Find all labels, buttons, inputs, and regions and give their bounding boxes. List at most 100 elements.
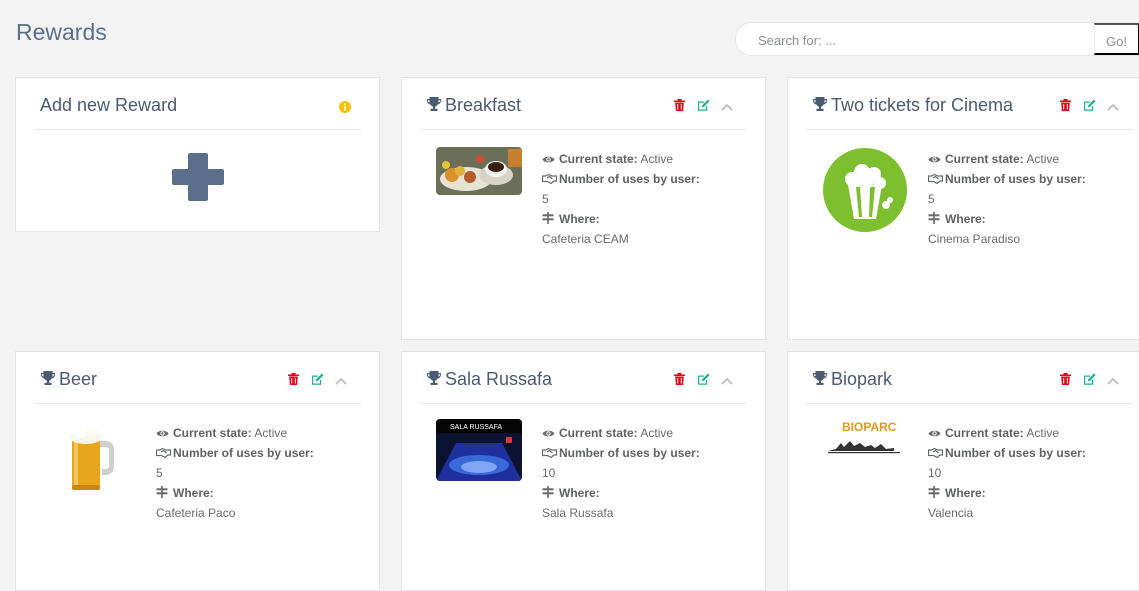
delete-icon[interactable] xyxy=(674,98,686,116)
reward-title-row: Breakfast xyxy=(426,95,521,117)
top-bar: Rewards Go! xyxy=(0,0,1139,66)
svg-text:SALA RUSSAFA: SALA RUSSAFA xyxy=(450,424,502,431)
current-state-row: Current state: Active xyxy=(928,423,1086,443)
edit-icon[interactable] xyxy=(1083,98,1096,116)
uses-value: 10 xyxy=(928,466,942,480)
collapse-chevron-icon[interactable] xyxy=(335,372,347,390)
card-header: Sala Russafa xyxy=(420,352,747,404)
signpost-icon xyxy=(928,484,942,504)
card-header: Breakfast xyxy=(420,78,747,130)
where-label: Where: xyxy=(945,486,986,500)
uses-label: Number of uses by user: xyxy=(559,172,700,186)
where-label: Where: xyxy=(945,212,986,226)
current-state-row: Current state: Active xyxy=(542,149,700,169)
breakfast-photo xyxy=(436,147,522,195)
delete-icon[interactable] xyxy=(674,372,686,390)
where-value: Cafeteria Paco xyxy=(156,506,236,520)
edit-icon[interactable] xyxy=(697,98,710,116)
search-input[interactable] xyxy=(756,30,1080,50)
edit-icon[interactable] xyxy=(1083,372,1096,390)
handshake-icon xyxy=(927,444,944,464)
state-value: Active xyxy=(1026,426,1060,440)
search-box[interactable]: Go! xyxy=(735,22,1139,56)
reward-title-row: Biopark xyxy=(812,369,892,391)
reward-info: Current state: Active Number of uses by … xyxy=(927,149,1086,249)
trophy-icon xyxy=(40,370,56,391)
trophy-icon xyxy=(426,370,442,391)
where-label: Where: xyxy=(559,486,600,500)
page-title: Rewards xyxy=(16,19,107,45)
card-tools xyxy=(1053,98,1119,116)
reward-title: Sala Russafa xyxy=(445,369,553,389)
eye-icon xyxy=(542,150,556,170)
where-label: Where: xyxy=(173,486,214,500)
uses-label: Number of uses by user: xyxy=(945,446,1086,460)
current-state-row: Current state: Active xyxy=(928,149,1086,169)
edit-icon[interactable] xyxy=(697,372,710,390)
reward-title: Two tickets for Cinema xyxy=(831,95,1014,115)
biopark-logo: BIOPARC xyxy=(822,419,908,459)
state-value: Active xyxy=(254,426,288,440)
delete-icon[interactable] xyxy=(288,372,300,390)
add-reward-card: Add new Reward xyxy=(15,77,380,232)
reward-title-row: Beer xyxy=(40,369,97,391)
where-row: Where: xyxy=(542,209,700,229)
reward-card-beer: Beer Current state: Active Number of use… xyxy=(15,351,380,591)
card-tools xyxy=(667,372,733,390)
uses-label: Number of uses by user: xyxy=(559,446,700,460)
where-value: Valencia xyxy=(928,506,974,520)
current-state-row: Current state: Active xyxy=(542,423,700,443)
uses-label: Number of uses by user: xyxy=(945,172,1086,186)
card-tools xyxy=(281,372,347,390)
trophy-icon xyxy=(812,96,828,117)
go-button[interactable]: Go! xyxy=(1094,23,1139,55)
collapse-chevron-icon[interactable] xyxy=(721,372,733,390)
eye-icon xyxy=(542,424,556,444)
eye-icon xyxy=(928,424,942,444)
collapse-chevron-icon[interactable] xyxy=(1107,98,1119,116)
info-icon[interactable] xyxy=(339,100,351,118)
uses-row: Number of uses by user: xyxy=(927,443,1086,464)
where-row: Where: xyxy=(156,483,314,503)
card-tools xyxy=(1053,372,1119,390)
where-value: Sala Russafa xyxy=(542,506,614,520)
state-value: Active xyxy=(640,426,674,440)
uses-value: 5 xyxy=(928,192,935,206)
reward-card-breakfast: Breakfast Current state: Active Number o… xyxy=(401,77,766,340)
uses-row: Number of uses by user: xyxy=(927,169,1086,189)
card-header: Two tickets for Cinema xyxy=(806,78,1133,130)
where-value: Cinema Paradiso xyxy=(928,232,1021,246)
eye-icon xyxy=(156,424,170,444)
reward-card-biopark: Biopark BIOPARC Current state: Active Nu… xyxy=(787,351,1139,591)
state-label: Current state: xyxy=(559,426,638,440)
where-label: Where: xyxy=(559,212,600,226)
uses-row: Number of uses by user: xyxy=(541,443,700,464)
where-row: Where: xyxy=(928,209,1086,229)
handshake-icon xyxy=(541,170,558,190)
eye-icon xyxy=(928,150,942,170)
theatre-photo: SALA RUSSAFA xyxy=(436,419,522,481)
handshake-icon xyxy=(541,444,558,464)
reward-title-row: Two tickets for Cinema xyxy=(812,95,1013,117)
collapse-chevron-icon[interactable] xyxy=(721,98,733,116)
card-header: Beer xyxy=(34,352,361,404)
where-value: Cafeteria CEAM xyxy=(542,232,629,246)
state-value: Active xyxy=(640,152,674,166)
uses-value: 10 xyxy=(542,466,556,480)
reward-info: Current state: Active Number of uses by … xyxy=(541,149,700,249)
reward-title: Beer xyxy=(59,369,98,389)
state-label: Current state: xyxy=(559,152,638,166)
state-label: Current state: xyxy=(173,426,252,440)
card-tools xyxy=(667,98,733,116)
collapse-chevron-icon[interactable] xyxy=(1107,372,1119,390)
add-reward-plus-icon[interactable] xyxy=(170,149,226,210)
popcorn-logo xyxy=(822,147,908,233)
state-value: Active xyxy=(1026,152,1060,166)
uses-row: Number of uses by user: xyxy=(155,443,314,463)
reward-info: Current state: Active Number of uses by … xyxy=(927,423,1086,523)
uses-value: 5 xyxy=(542,192,549,206)
edit-icon[interactable] xyxy=(311,372,324,390)
current-state-row: Current state: Active xyxy=(156,423,314,443)
delete-icon[interactable] xyxy=(1060,372,1072,390)
delete-icon[interactable] xyxy=(1060,98,1072,116)
